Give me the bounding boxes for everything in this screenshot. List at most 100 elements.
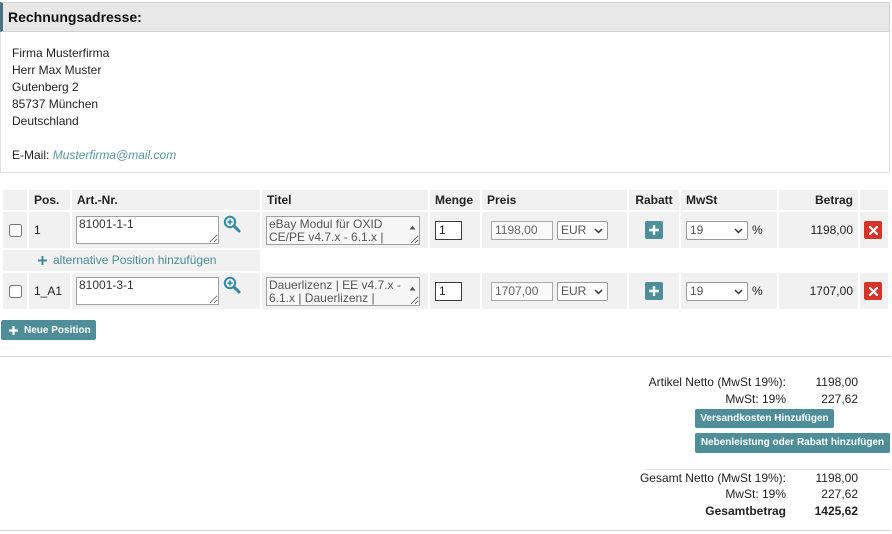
- add-extra-service-or-discount-button[interactable]: Nebenleistung oder Rabatt hinzufügen: [695, 433, 890, 453]
- quantity-input[interactable]: [435, 220, 462, 240]
- rabatt-cell: [629, 212, 679, 248]
- address-line-contact: Herr Max Muster: [12, 63, 102, 77]
- gesamtbetrag-value: 1425,62: [814, 504, 858, 518]
- section-title: Rechnungsadresse:: [8, 9, 142, 25]
- table-row: 1_A1 81001-3-1 Dauerlizenz | EE v4.7.x -…: [3, 273, 888, 309]
- close-icon: [868, 286, 878, 296]
- new-position-button[interactable]: Neue Position: [1, 320, 96, 340]
- gesamtbetrag-label: Gesamtbetrag: [705, 504, 786, 518]
- currency-select-wrapper: EUR: [557, 281, 608, 301]
- vat-select[interactable]: 19: [686, 220, 748, 240]
- add-discount-button[interactable]: [645, 221, 663, 239]
- mwst-value: 227,62: [821, 392, 858, 406]
- preis-cell: EUR: [482, 212, 627, 248]
- row-select-cell: [3, 212, 27, 248]
- menge-cell: [430, 212, 480, 248]
- gesamt-netto-value: 1198,00: [815, 471, 859, 485]
- artikel-netto-value: 1198,00: [815, 375, 859, 389]
- mwst-label: MwSt: 19%: [725, 392, 786, 406]
- email-row: E-Mail: Musterfirma@mail.com: [12, 147, 889, 164]
- email-link[interactable]: Musterfirma@mail.com: [53, 148, 177, 162]
- art-nr-cell: 81001-3-1: [72, 273, 260, 309]
- scroll-up-arrow-icon[interactable]: [409, 219, 416, 229]
- col-mwst-header: MwSt: [681, 190, 777, 210]
- table-row: 1 81001-1-1 eBay Modul für OXID CE/PE v4…: [3, 212, 888, 248]
- col-menge-header: Menge: [430, 190, 480, 210]
- row-select-cell: [3, 273, 27, 309]
- divider: [0, 356, 891, 357]
- menge-cell: [430, 273, 480, 309]
- col-pos-header: Pos.: [29, 190, 70, 210]
- col-delete-header: [860, 190, 888, 210]
- price-group: EUR: [487, 281, 622, 301]
- preis-cell: EUR: [482, 273, 627, 309]
- gesamt-netto-label: Gesamt Netto (MwSt 19%):: [639, 471, 786, 485]
- address-line-street: Gutenberg 2: [12, 80, 79, 94]
- address-line-company: Firma Musterfirma: [12, 46, 110, 60]
- vat-select[interactable]: 19: [686, 281, 748, 301]
- address-line-city: 85737 München: [12, 97, 99, 111]
- alternative-position-row: alternative Position hinzufügen: [3, 250, 888, 271]
- pos-cell: 1: [29, 212, 70, 248]
- art-nr-group: 81001-3-1: [76, 276, 255, 305]
- col-betrag-header: Betrag: [779, 190, 858, 210]
- items-table: Pos. Art.-Nr. Titel Menge Preis Rabatt M…: [1, 188, 890, 311]
- mwst-cell: 19 %: [681, 273, 777, 309]
- vat-select-wrapper: 19: [686, 220, 748, 240]
- plus-icon: [9, 325, 18, 335]
- betrag-cell: 1707,00: [779, 273, 858, 309]
- address-line-country: Deutschland: [12, 114, 79, 128]
- titel-cell: Dauerlizenz | EE v4.7.x - 6.1.x | Dauerl…: [262, 273, 428, 309]
- currency-select[interactable]: EUR: [557, 281, 608, 301]
- gesamt-mwst-value: 227,62: [821, 487, 858, 501]
- artikel-netto-label: Artikel Netto (MwSt 19%):: [648, 375, 786, 389]
- rabatt-cell: [629, 273, 679, 309]
- quantity-input[interactable]: [435, 281, 462, 301]
- gesamt-mwst-label: MwSt: 19%: [725, 487, 786, 501]
- vat-select-wrapper: 19: [686, 281, 748, 301]
- title-field[interactable]: eBay Modul für OXID CE/PE v4.7.x - 6.1.x…: [266, 215, 420, 245]
- row-select-checkbox[interactable]: [8, 285, 22, 299]
- titel-cell: eBay Modul für OXID CE/PE v4.7.x - 6.1.x…: [262, 212, 428, 248]
- col-titel-header: Titel: [262, 190, 428, 210]
- add-alternative-position-link[interactable]: alternative Position hinzufügen: [38, 253, 216, 267]
- price-group: EUR: [487, 220, 622, 240]
- new-position-label: Neue Position: [24, 324, 91, 336]
- col-select-header: [3, 190, 27, 210]
- add-shipping-costs-button[interactable]: Versandkosten Hinzufügen: [695, 409, 834, 428]
- scroll-up-arrow-icon[interactable]: [409, 280, 416, 290]
- blank-cell: [262, 250, 888, 271]
- plus-icon: [649, 286, 659, 296]
- col-rabatt-header: Rabatt: [629, 190, 679, 210]
- close-icon: [868, 225, 878, 235]
- bottom-divider: [0, 530, 891, 531]
- article-number-field[interactable]: 81001-1-1: [76, 216, 219, 244]
- vat-unit: %: [752, 223, 763, 237]
- plus-icon: [38, 255, 47, 265]
- plus-icon: [649, 225, 659, 235]
- col-art-nr-header: Art.-Nr.: [72, 190, 260, 210]
- zoom-in-icon[interactable]: [223, 276, 241, 294]
- col-preis-header: Preis: [482, 190, 627, 210]
- delete-row-button[interactable]: [864, 282, 882, 300]
- row-select-checkbox[interactable]: [8, 224, 22, 238]
- currency-select[interactable]: EUR: [557, 220, 608, 240]
- add-alternative-position-label: alternative Position hinzufügen: [53, 253, 217, 268]
- art-nr-group: 81001-1-1: [76, 215, 255, 244]
- delete-cell: [860, 212, 888, 248]
- billing-address-header: Rechnungsadresse:: [0, 2, 890, 32]
- delete-row-button[interactable]: [864, 221, 882, 239]
- zoom-in-icon[interactable]: [223, 215, 241, 233]
- price-input[interactable]: [491, 220, 553, 240]
- alternative-position-cell: alternative Position hinzufügen: [3, 250, 260, 271]
- currency-select-wrapper: EUR: [557, 220, 608, 240]
- article-number-field[interactable]: 81001-3-1: [76, 277, 219, 305]
- add-discount-button[interactable]: [645, 282, 663, 300]
- art-nr-cell: 81001-1-1: [72, 212, 260, 248]
- title-field[interactable]: Dauerlizenz | EE v4.7.x - 6.1.x | Dauerl…: [266, 276, 420, 306]
- pos-cell: 1_A1: [29, 273, 70, 309]
- vat-group: 19 %: [686, 281, 772, 301]
- delete-cell: [860, 273, 888, 309]
- titel-field-wrapper: eBay Modul für OXID CE/PE v4.7.x - 6.1.x…: [266, 215, 420, 245]
- price-input[interactable]: [491, 281, 553, 301]
